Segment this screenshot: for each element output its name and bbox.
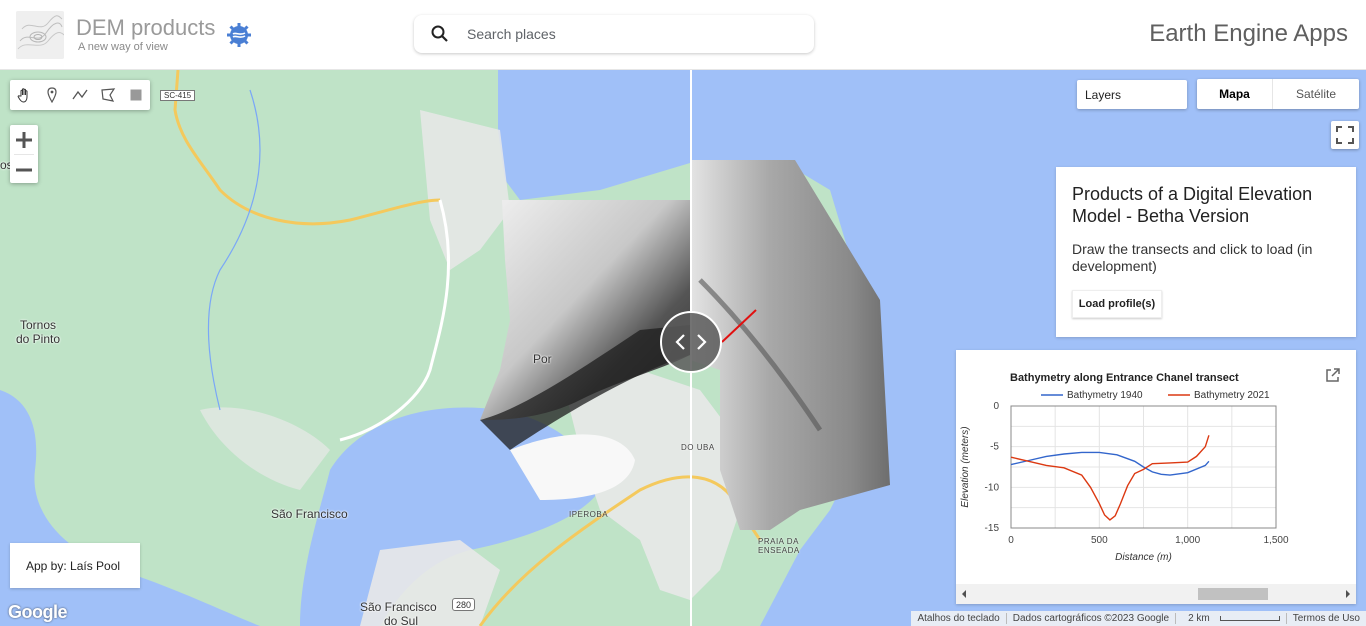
place-label-enseada: ENSEADA [758,546,800,555]
brand-block: DEM products A new way of view [10,10,262,60]
line-draw-icon[interactable] [66,80,94,110]
chart-legend-label: Bathymetry 1940 [1067,390,1143,401]
brand-subtitle: A new way of view [78,41,168,53]
chart-xtick-label: 500 [1091,535,1108,546]
place-label-praia: PRAIA DA [758,537,799,546]
place-label-tornos: Tornos [20,318,57,332]
chart-xtick-label: 0 [1008,535,1014,546]
chart-scroll-thumb[interactable] [1198,588,1268,600]
map-data-attribution: Dados cartográficos ©2023 Google [1012,613,1170,624]
fullscreen-icon [1336,126,1354,144]
chart-xlabel: Distance (m) [1115,552,1172,563]
chart-ylabel: Elevation (meters) [960,426,971,507]
swipe-arrows-icon [675,334,707,350]
chart-ytick-label: -10 [985,482,1000,493]
polygon-draw-icon[interactable] [94,80,122,110]
place-label-sao-francisco: São Francisco [271,507,348,521]
swipe-handle[interactable] [660,311,722,373]
fullscreen-button[interactable] [1331,121,1359,149]
chart-ytick-label: -15 [985,523,1000,534]
app-root: DEM products A new way of view Search pl… [0,0,1366,626]
chart-scrollbar[interactable] [956,584,1356,604]
info-description: Draw the transects and click to load (in… [1072,241,1313,274]
chart-xtick-label: 1,000 [1175,535,1200,546]
maptype-map-button[interactable]: Mapa [1197,79,1273,109]
search-icon [430,24,450,44]
zoom-out-button[interactable] [10,155,38,184]
topo-logo [16,11,64,59]
load-profiles-button[interactable]: Load profile(s) [1072,290,1162,318]
place-label-por: Por [533,352,552,366]
place-label-sao-francisco-sul: São Francisco [360,600,437,614]
drawing-toolbar [10,80,150,110]
chart-panel: Bathymetry along Entrance Chanel transec… [956,350,1356,604]
maptype-satellite-button[interactable]: Satélite [1273,79,1359,109]
search-input[interactable] [467,26,787,42]
place-label-iperoba: IPEROBA [569,510,609,519]
pan-hand-icon[interactable] [10,80,38,110]
map-type-control: Mapa Satélite [1197,79,1359,109]
credit-box: App by: Laís Pool [10,543,140,588]
chart-xtick-label: 1,500 [1263,535,1288,546]
info-title: Products of a Digital Elevation Model - … [1072,184,1313,226]
road-shield-sc415: SC-415 [160,90,196,101]
place-label-do-sul: do Sul [384,614,419,626]
layers-dropdown[interactable]: Layers [1077,80,1187,109]
earth-engine-apps-title: Earth Engine Apps [1149,20,1348,47]
scale-indicator[interactable]: 2 km [1176,613,1286,624]
scale-label: 2 km [1188,613,1210,624]
marker-icon[interactable] [38,80,66,110]
road-shield-280: 280 [452,598,476,611]
chart-ytick-label: 0 [993,401,999,412]
search-box[interactable] [414,15,814,53]
zoom-in-button[interactable] [10,125,38,154]
place-label-do-pinto: do Pinto [16,332,61,346]
gear-icon [226,22,252,48]
chart-ytick-label: -5 [990,442,999,453]
place-label-do-uba: DO UBA [681,443,715,452]
terms-link[interactable]: Termos de Uso [1287,613,1366,624]
brand-title: DEM products [76,15,216,40]
rectangle-draw-icon[interactable] [122,80,150,110]
scale-bar [1219,615,1280,621]
minus-icon [16,168,32,171]
zoom-control [10,125,38,183]
google-logo: Google [8,602,68,622]
info-panel: Products of a Digital Elevation Model - … [1056,167,1356,337]
bathymetry-chart: 0 -5 -10 -15 0 500 1,000 1,500 Distance (m) Eleva… [960,390,1289,563]
map-canvas[interactable]: Tornos do Pinto São Francisco São Franci… [0,70,1366,626]
chart-legend-label: Bathymetry 2021 [1194,390,1270,401]
map-attribution: Atalhos do teclado Dados cartográficos ©… [911,611,1366,626]
keyboard-shortcuts-link[interactable]: Atalhos do teclado [911,613,1005,624]
app-header: DEM products A new way of view Search pl… [0,0,1366,70]
plus-icon [16,131,32,148]
